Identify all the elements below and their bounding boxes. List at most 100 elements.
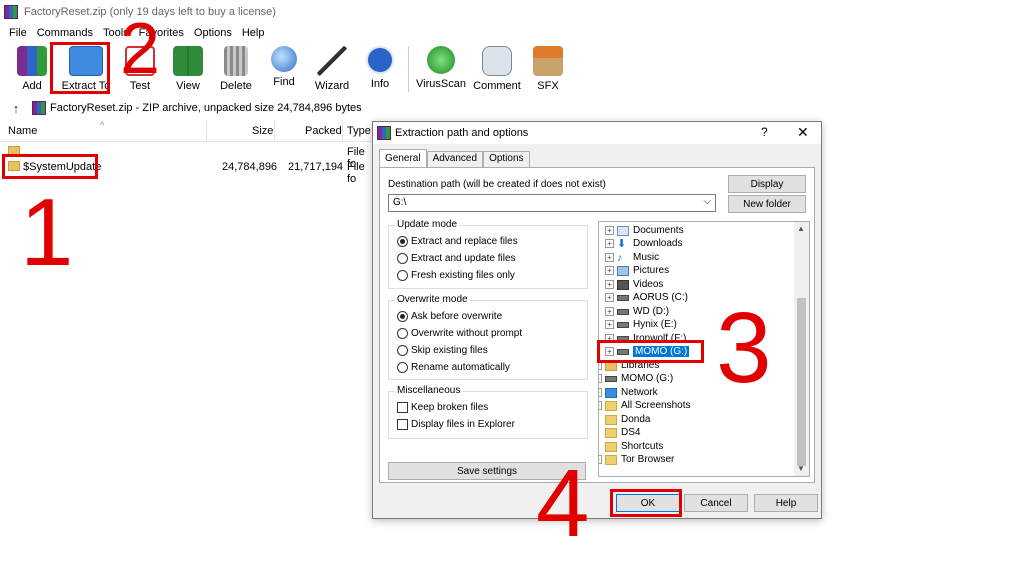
expand-icon[interactable]: + xyxy=(605,320,614,329)
tree-item[interactable]: + Hynix (E:) xyxy=(605,318,677,331)
view-button[interactable]: View xyxy=(164,42,212,94)
option-label: Ask before overwrite xyxy=(411,311,503,322)
documents-icon xyxy=(617,225,629,236)
radio-button[interactable] xyxy=(397,236,408,247)
tree-item[interactable]: + ⬇ Downloads xyxy=(605,237,682,250)
checkbox[interactable] xyxy=(397,402,408,413)
tree-item[interactable]: + ♪ Music xyxy=(605,251,659,264)
column-divider[interactable] xyxy=(206,120,207,142)
expand-icon[interactable]: + xyxy=(599,455,602,464)
scrollbar-thumb[interactable] xyxy=(797,298,806,466)
info-icon xyxy=(366,46,394,74)
radio-button[interactable] xyxy=(397,328,408,339)
radio-button[interactable] xyxy=(397,345,408,356)
overwrite-option-rename[interactable]: Rename automatically xyxy=(397,362,510,373)
option-label: Extract and replace files xyxy=(411,236,518,247)
tree-item-label: Donda xyxy=(621,414,651,425)
delete-button[interactable]: Delete xyxy=(212,42,260,94)
radio-button[interactable] xyxy=(397,311,408,322)
find-magnifier-icon xyxy=(271,46,297,72)
menu-help[interactable]: Help xyxy=(237,27,270,39)
tree-item[interactable]: + AORUS (C:) xyxy=(605,291,688,304)
tree-scrollbar[interactable]: ▲ ▼ xyxy=(794,222,809,476)
expand-icon[interactable]: + xyxy=(599,388,602,397)
column-type[interactable]: Type xyxy=(347,125,371,137)
extract-to-highlight xyxy=(50,42,110,94)
menu-file[interactable]: File xyxy=(4,27,32,39)
column-divider[interactable] xyxy=(274,120,275,142)
radio-button[interactable] xyxy=(397,362,408,373)
tree-item[interactable]: + Network xyxy=(599,386,658,399)
display-button[interactable]: Display xyxy=(728,175,806,193)
radio-button[interactable] xyxy=(397,270,408,281)
tree-item[interactable]: DS4 xyxy=(605,426,640,439)
tree-item[interactable]: + Documents xyxy=(605,224,684,237)
expand-icon[interactable]: + xyxy=(605,293,614,302)
expand-icon[interactable]: + xyxy=(605,266,614,275)
option-label: Fresh existing files only xyxy=(411,270,515,281)
chevron-down-icon[interactable]: ⌵ xyxy=(703,196,711,207)
column-packed[interactable]: Packed xyxy=(305,125,342,137)
add-button[interactable]: Add xyxy=(8,42,56,94)
archive-path[interactable]: FactoryReset.zip - ZIP archive, unpacked… xyxy=(32,99,362,117)
checkbox[interactable] xyxy=(397,419,408,430)
option-label: Display files in Explorer xyxy=(411,419,515,430)
tree-item[interactable]: Donda xyxy=(605,413,650,426)
expand-icon[interactable]: + xyxy=(605,280,614,289)
column-divider[interactable] xyxy=(342,120,343,142)
cancel-button[interactable]: Cancel xyxy=(684,494,748,512)
find-button[interactable]: Find xyxy=(260,42,308,94)
update-option-replace[interactable]: Extract and replace files xyxy=(397,236,518,247)
wizard-button[interactable]: Wizard xyxy=(308,42,356,94)
up-arrow-icon[interactable]: ↑ xyxy=(0,101,32,116)
tab-general[interactable]: General xyxy=(379,149,427,167)
tree-item[interactable]: + Videos xyxy=(605,278,663,291)
virusscan-icon xyxy=(427,46,455,74)
option-label: Keep broken files xyxy=(411,402,489,413)
expand-icon[interactable]: + xyxy=(605,253,614,262)
expand-icon[interactable]: + xyxy=(599,374,602,383)
overwrite-option-without-prompt[interactable]: Overwrite without prompt xyxy=(397,328,522,339)
tab-advanced[interactable]: Advanced xyxy=(426,151,484,167)
tree-item[interactable]: + Tor Browser xyxy=(599,453,674,466)
new-folder-button[interactable]: New folder xyxy=(728,195,806,213)
miscellaneous-title: Miscellaneous xyxy=(395,385,463,396)
drive-icon xyxy=(617,308,629,315)
radio-button[interactable] xyxy=(397,253,408,264)
virusscan-button[interactable]: VirusScan xyxy=(413,42,469,94)
expand-icon[interactable]: + xyxy=(605,307,614,316)
update-option-fresh[interactable]: Fresh existing files only xyxy=(397,270,515,281)
scroll-down-icon[interactable]: ▼ xyxy=(797,464,805,473)
tree-item[interactable]: + WD (D:) xyxy=(605,305,669,318)
comment-button[interactable]: Comment xyxy=(469,42,525,94)
expand-icon[interactable]: + xyxy=(599,401,602,410)
close-icon[interactable]: ✕ xyxy=(797,124,809,141)
display-in-explorer-option[interactable]: Display files in Explorer xyxy=(397,419,515,430)
help-button[interactable]: Help xyxy=(754,494,818,512)
scroll-up-icon[interactable]: ▲ xyxy=(797,224,805,233)
dialog-app-icon xyxy=(377,126,391,140)
tree-item[interactable]: + MOMO (G:) xyxy=(599,372,673,385)
expand-icon[interactable]: + xyxy=(605,226,614,235)
sfx-button[interactable]: SFX xyxy=(525,42,571,94)
tree-item-label: Downloads xyxy=(633,238,683,249)
destination-path-input[interactable]: G:\ ⌵ xyxy=(388,194,716,212)
overwrite-option-skip[interactable]: Skip existing files xyxy=(397,345,488,356)
info-button[interactable]: Info xyxy=(356,42,404,94)
keep-broken-files-option[interactable]: Keep broken files xyxy=(397,402,488,413)
column-name[interactable]: Name xyxy=(8,125,37,137)
tree-item[interactable]: Shortcuts xyxy=(605,440,663,453)
expand-icon[interactable]: + xyxy=(605,239,614,248)
help-icon[interactable]: ? xyxy=(761,125,768,139)
overwrite-option-ask[interactable]: Ask before overwrite xyxy=(397,311,502,322)
file-size: 24,784,896 xyxy=(222,161,278,173)
column-size[interactable]: Size xyxy=(252,125,273,137)
update-option-update[interactable]: Extract and update files xyxy=(397,253,516,264)
wizard-wand-icon xyxy=(317,46,347,76)
drive-icon xyxy=(605,375,617,382)
menu-commands[interactable]: Commands xyxy=(32,27,98,39)
tree-item[interactable]: + Pictures xyxy=(605,264,669,277)
menu-options[interactable]: Options xyxy=(189,27,237,39)
tab-options[interactable]: Options xyxy=(483,151,530,167)
tree-item[interactable]: + All Screenshots xyxy=(599,399,690,412)
